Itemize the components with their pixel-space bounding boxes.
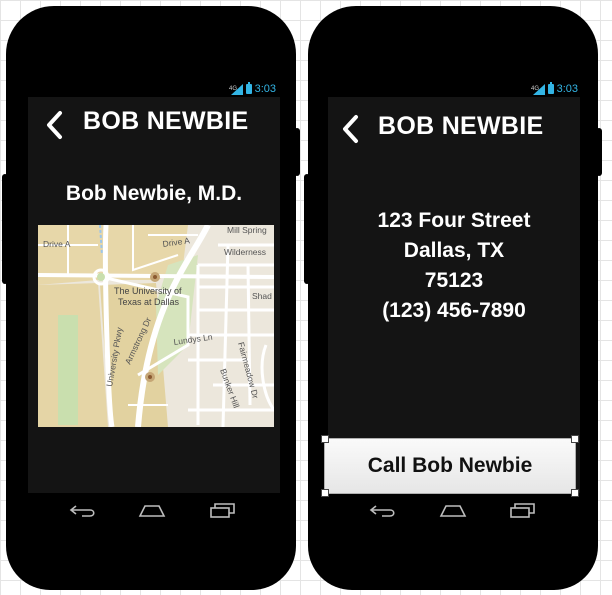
svg-text:The University of: The University of: [114, 286, 182, 296]
page-title: BOB NEWBIE: [83, 107, 249, 135]
action-bar: BOB NEWBIE: [28, 97, 280, 149]
action-bar: BOB NEWBIE: [328, 97, 580, 149]
svg-text:4G: 4G: [531, 86, 539, 92]
battery-icon: [547, 82, 554, 94]
phone-left: 4G 3:03 BOB NEWBIE Bob Newbie, M.D. Driv…: [2, 6, 300, 590]
volume-button: [2, 174, 8, 284]
screen-contact-detail: BOB NEWBIE 123 Four Street Dallas, TX 75…: [328, 97, 580, 493]
svg-text:Drive A: Drive A: [43, 239, 71, 249]
phone-number[interactable]: (123) 456-7890: [328, 296, 580, 326]
signal-icon: 4G: [531, 83, 545, 95]
signal-icon: 4G: [229, 83, 243, 95]
doctor-name: Bob Newbie, M.D.: [65, 182, 243, 205]
address-zip: 75123: [424, 269, 484, 292]
selection-handle[interactable]: [321, 435, 329, 443]
phone-right: 4G 3:03 BOB NEWBIE 123 Four Street Dalla…: [304, 6, 602, 590]
address-street: 123 Four Street: [377, 209, 531, 232]
nav-bar: [6, 501, 296, 521]
power-button: [596, 128, 602, 176]
power-button: [294, 128, 300, 176]
selection-handle[interactable]: [321, 489, 329, 497]
selection-handle[interactable]: [571, 435, 579, 443]
status-time: 3:03: [254, 83, 276, 95]
status-time: 3:03: [556, 83, 578, 95]
svg-text:Mill Spring: Mill Spring: [227, 225, 267, 235]
screen-doctor-detail: BOB NEWBIE Bob Newbie, M.D. Drive A Driv…: [28, 97, 280, 493]
page-title: BOB NEWBIE: [378, 112, 544, 140]
status-bar: 4G 3:03: [229, 82, 276, 96]
back-chevron-icon[interactable]: [340, 113, 364, 145]
status-bar: 4G 3:03: [531, 82, 578, 96]
location-map[interactable]: Drive A Drive A Mill Spring Wilderness S…: [38, 225, 274, 427]
address-city-state: Dallas, TX: [403, 239, 505, 262]
nav-back-icon[interactable]: [68, 501, 98, 519]
call-button[interactable]: Call Bob Newbie: [321, 435, 579, 497]
nav-recent-apps-icon[interactable]: [208, 501, 238, 519]
back-chevron-icon[interactable]: [44, 109, 68, 141]
nav-back-icon[interactable]: [368, 501, 398, 519]
battery-icon: [245, 82, 252, 94]
svg-text:4G: 4G: [229, 86, 237, 92]
nav-home-icon[interactable]: [137, 501, 167, 519]
svg-text:Texas at Dallas: Texas at Dallas: [118, 297, 180, 307]
volume-button: [304, 174, 310, 284]
call-button-label: Call Bob Newbie: [367, 454, 533, 477]
svg-text:Shad: Shad: [252, 291, 272, 301]
nav-bar: [308, 501, 598, 521]
selection-handle[interactable]: [571, 489, 579, 497]
nav-home-icon[interactable]: [438, 501, 468, 519]
nav-recent-apps-icon[interactable]: [508, 501, 538, 519]
svg-text:Wilderness: Wilderness: [224, 247, 266, 257]
